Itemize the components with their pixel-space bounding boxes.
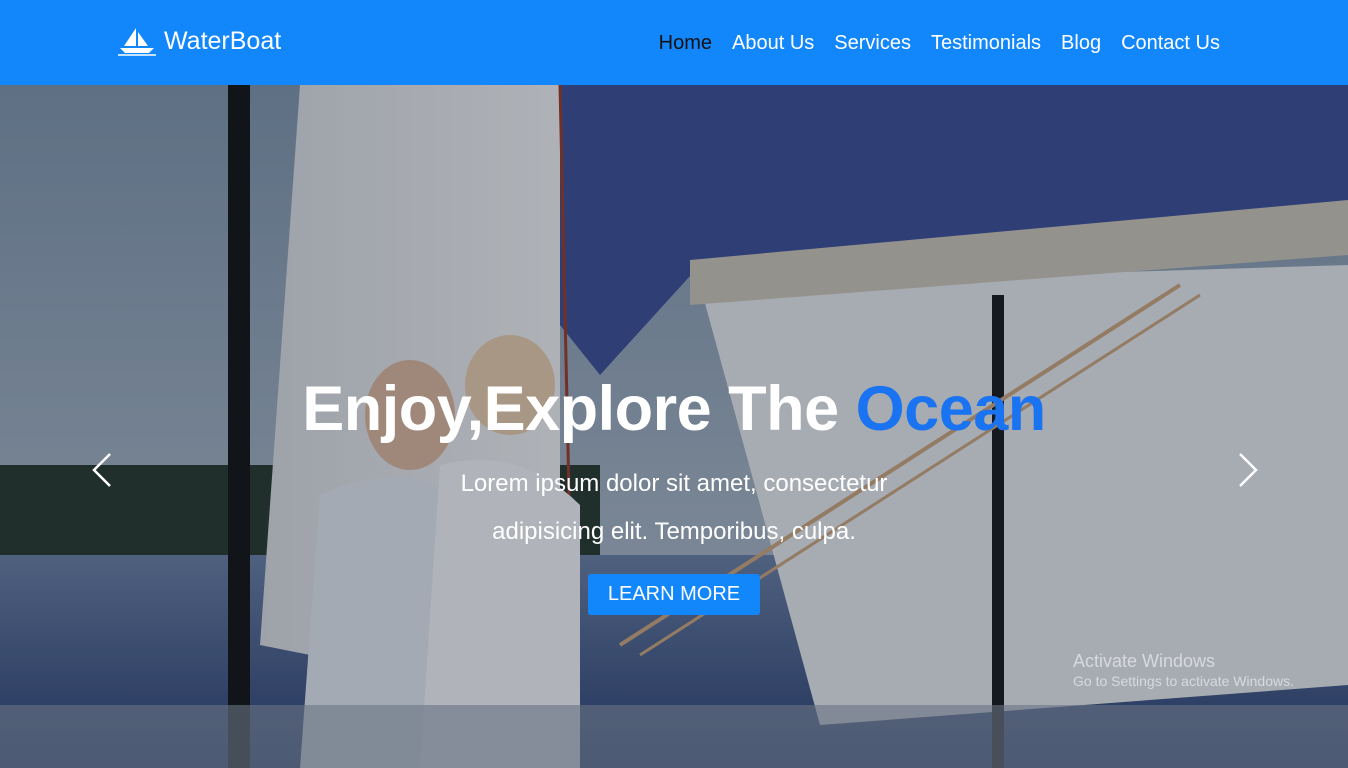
hero-caption: Enjoy,Explore The Ocean Lorem ipsum dolo… (0, 370, 1348, 615)
nav-about-us[interactable]: About Us (732, 30, 814, 56)
hero-title-main: Enjoy,Explore The (302, 374, 856, 444)
learn-more-button[interactable]: LEARN MORE (587, 574, 761, 615)
nav-services[interactable]: Services (834, 30, 911, 56)
main-nav: Home About Us Services Testimonials Blog… (659, 30, 1220, 56)
nav-home[interactable]: Home (659, 30, 712, 56)
nav-blog[interactable]: Blog (1061, 30, 1101, 56)
top-navbar: WaterBoat Home About Us Services Testimo… (0, 0, 1348, 85)
hero-carousel: Enjoy,Explore The Ocean Lorem ipsum dolo… (0, 85, 1348, 768)
windows-activation-watermark: Activate Windows Go to Settings to activ… (1073, 650, 1294, 690)
nav-testimonials[interactable]: Testimonials (931, 30, 1041, 56)
sailboat-icon (118, 28, 156, 56)
watermark-line2: Go to Settings to activate Windows. (1073, 673, 1294, 689)
watermark-line1: Activate Windows (1073, 651, 1216, 671)
nav-contact-us[interactable]: Contact Us (1121, 30, 1220, 56)
hero-title-accent: Ocean (855, 374, 1047, 444)
brand-name: WaterBoat (164, 26, 282, 55)
brand-link[interactable]: WaterBoat (118, 26, 281, 56)
hero-subtitle: Lorem ipsum dolor sit amet, consectetur … (460, 470, 888, 545)
hero-title: Enjoy,Explore The Ocean (0, 370, 1348, 448)
